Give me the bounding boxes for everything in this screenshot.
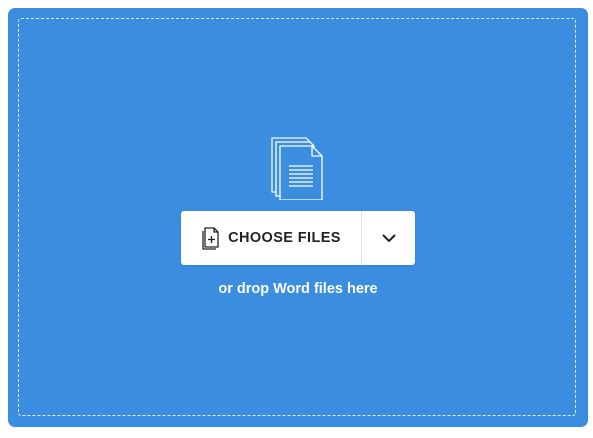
word-documents-icon — [271, 137, 323, 200]
drop-files-hint: or drop Word files here — [218, 281, 378, 297]
chevron-down-icon — [382, 234, 395, 242]
upload-source-dropdown-button[interactable] — [362, 211, 415, 265]
upload-panel[interactable]: CHOOSE FILES or drop Word files here — [8, 8, 588, 427]
choose-files-label: CHOOSE FILES — [228, 230, 341, 246]
choose-files-button[interactable]: CHOOSE FILES — [181, 211, 361, 265]
choose-files-group: CHOOSE FILES — [181, 211, 415, 265]
file-plus-icon — [202, 227, 219, 250]
